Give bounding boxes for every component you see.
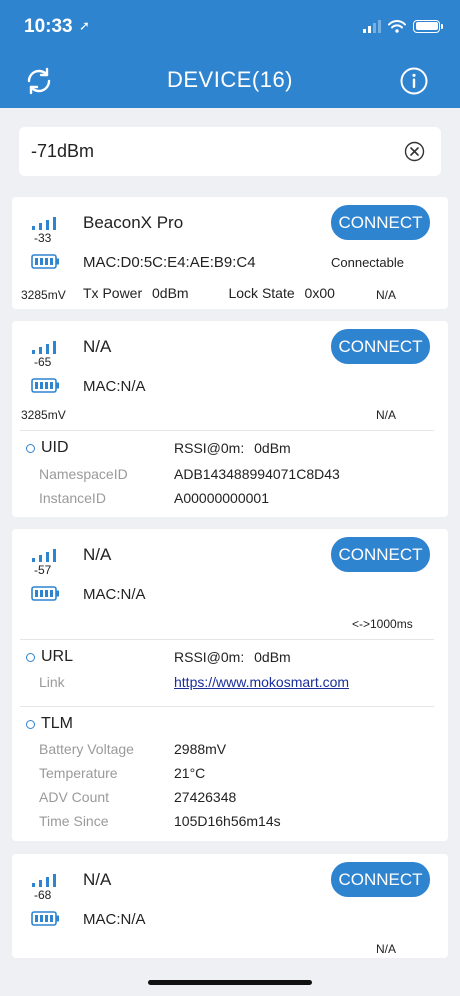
tlm-frame-header: TLM: [26, 715, 73, 733]
frame-dot-icon: [26, 652, 35, 662]
lock-state-label: Lock State: [228, 285, 295, 301]
info-icon[interactable]: [400, 67, 428, 95]
status-time: 10:33: [24, 16, 73, 37]
battery-icon: [31, 586, 59, 601]
rssi-at-0m-value: 0dBm: [254, 649, 291, 665]
mac-address: MAC:N/A: [83, 378, 146, 395]
frame-title: TLM: [41, 715, 73, 732]
device-name: BeaconX Pro: [83, 213, 184, 232]
rssi-value: -68: [34, 888, 52, 902]
adv-interval: N/A: [376, 408, 397, 422]
link-label: Link: [39, 674, 65, 690]
signal-strength-icon: [32, 341, 56, 354]
tx-power-value: 0dBm: [152, 285, 189, 301]
connect-button[interactable]: CONNECT: [331, 537, 430, 572]
rssi-at-0m-label: RSSI@0m:: [174, 649, 245, 665]
adv-count-label: ADV Count: [39, 789, 110, 805]
mac-address: MAC:N/A: [83, 586, 146, 603]
device-name: N/A: [83, 870, 112, 889]
signal-strength-icon: [32, 874, 56, 887]
search-bar: [19, 127, 441, 176]
status-indicators: [363, 18, 443, 34]
adv-interval: N/A: [376, 288, 397, 302]
url-frame-header: URL: [26, 648, 73, 666]
location-arrow-icon: ➚: [79, 18, 90, 33]
time-since-value: 105D16h56m14s: [174, 813, 281, 829]
url-link[interactable]: https://www.mokosmart.com: [174, 674, 349, 690]
adv-interval: <->1000ms: [352, 617, 413, 631]
clear-icon[interactable]: [404, 141, 425, 162]
rssi-at-0m: RSSI@0m: 0dBm: [174, 440, 291, 456]
signal-strength-icon: [32, 549, 56, 562]
frame-title: UID: [41, 439, 69, 456]
instance-label: InstanceID: [39, 490, 106, 506]
rssi-value: -57: [34, 563, 52, 577]
rssi-value: -33: [34, 231, 52, 245]
device-card[interactable]: -33 BeaconX Pro MAC:D0:5C:E4:AE:B9:C4 CO…: [12, 197, 448, 309]
battery-icon: [31, 911, 59, 926]
cellular-signal-icon: [363, 19, 381, 33]
battery-icon: [31, 254, 59, 269]
rssi-at-0m-value: 0dBm: [254, 440, 291, 456]
rssi-value: -65: [34, 355, 52, 369]
divider: [20, 430, 434, 431]
instance-value: A00000000001: [174, 490, 269, 506]
device-name: N/A: [83, 545, 112, 564]
nav-bar: 10:33 ➚ DEVICE(16): [0, 0, 460, 108]
home-indicator[interactable]: [148, 980, 312, 985]
rssi-at-0m-label: RSSI@0m:: [174, 440, 245, 456]
time-since-label: Time Since: [39, 813, 109, 829]
namespace-value: ADB143488994071C8D43: [174, 466, 340, 482]
divider: [20, 706, 434, 707]
connectable-status: Connectable: [331, 255, 404, 270]
mac-address: MAC:N/A: [83, 911, 146, 928]
battery-icon: [31, 378, 59, 393]
connect-button[interactable]: CONNECT: [331, 329, 430, 364]
rssi-at-0m: RSSI@0m: 0dBm: [174, 649, 291, 665]
wifi-icon: [388, 19, 406, 33]
namespace-label: NamespaceID: [39, 466, 128, 482]
divider: [20, 639, 434, 640]
adv-count-value: 27426348: [174, 789, 237, 805]
tx-lock-row: Tx Power 0dBm Lock State 0x00: [83, 285, 335, 301]
battery-status-icon: [413, 19, 443, 33]
battery-voltage-value: 2988mV: [174, 741, 227, 757]
temperature-value: 21°C: [174, 765, 206, 781]
battery-voltage: 3285mV: [21, 288, 66, 302]
device-card[interactable]: -68 N/A MAC:N/A CONNECT N/A: [12, 854, 448, 958]
connect-button[interactable]: CONNECT: [331, 205, 430, 240]
connect-button[interactable]: CONNECT: [331, 862, 430, 897]
battery-voltage: 3285mV: [21, 408, 66, 422]
tx-power-label: Tx Power: [83, 285, 143, 301]
device-card[interactable]: -57 N/A MAC:N/A CONNECT <->1000ms URL RS…: [12, 529, 448, 841]
mac-address: MAC:D0:5C:E4:AE:B9:C4: [83, 254, 256, 271]
lock-state-value: 0x00: [304, 285, 335, 301]
device-name: N/A: [83, 337, 112, 356]
page-title: DEVICE(16): [166, 67, 294, 92]
frame-title: URL: [41, 648, 74, 665]
search-input[interactable]: [31, 127, 391, 176]
frame-dot-icon: [26, 719, 35, 729]
adv-interval: N/A: [376, 942, 397, 956]
temperature-label: Temperature: [39, 765, 118, 781]
battery-voltage-label: Battery Voltage: [39, 741, 134, 757]
signal-strength-icon: [32, 217, 56, 230]
device-card[interactable]: -65 N/A MAC:N/A CONNECT 3285mV N/A UID R…: [12, 321, 448, 517]
frame-dot-icon: [26, 443, 35, 453]
uid-frame-header: UID: [26, 439, 69, 457]
